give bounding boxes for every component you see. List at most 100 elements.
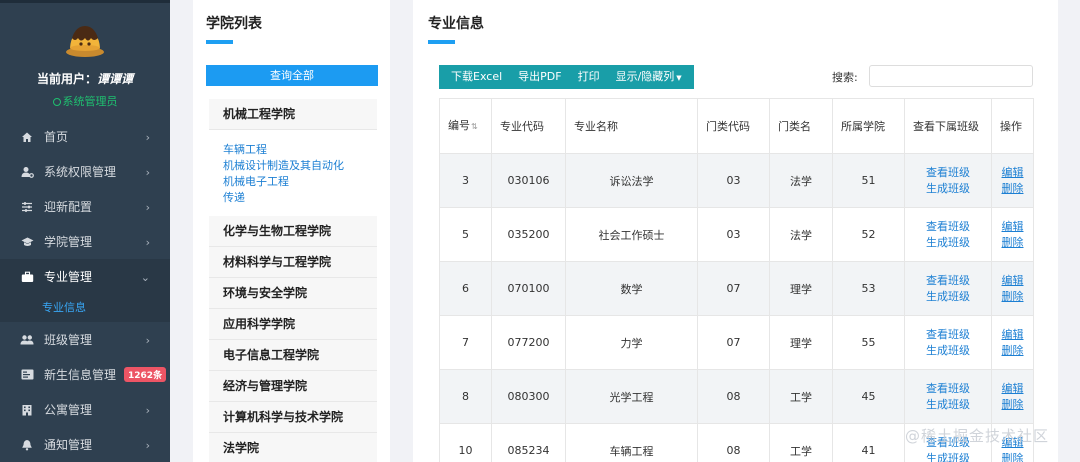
table-row: 7 077200 力学 07 理学 55 查看班级 生成班级 编辑 删除 bbox=[439, 315, 1034, 370]
cell-name: 社会工作硕士 bbox=[565, 207, 698, 262]
cell-id: 3 bbox=[439, 153, 492, 208]
user-settings-icon bbox=[20, 165, 34, 179]
export-pdf-button[interactable]: 导出PDF bbox=[510, 65, 569, 89]
column-header-label: 编号 bbox=[448, 119, 470, 132]
cell-category-code: 03 bbox=[697, 207, 770, 262]
panel-title: 学院列表 bbox=[206, 16, 262, 32]
table-row: 5 035200 社会工作硕士 03 法学 52 查看班级 生成班级 编辑 删除 bbox=[439, 207, 1034, 262]
sidebar-item-freshman-info[interactable]: 新生信息管理 1262条 bbox=[0, 357, 170, 392]
chevron-right-icon: › bbox=[145, 166, 150, 179]
view-class-link[interactable]: 查看班级 bbox=[905, 381, 991, 397]
query-all-button[interactable]: 查询全部 bbox=[206, 65, 378, 86]
edit-link[interactable]: 编辑 bbox=[992, 165, 1033, 181]
generate-class-link[interactable]: 生成班级 bbox=[905, 343, 991, 359]
college-list-panel: 学院列表 查询全部 机械工程学院 车辆工程 机械设计制造及其自动化 机械电子工程… bbox=[193, 0, 390, 462]
cell-actions: 编辑 删除 bbox=[991, 207, 1034, 262]
delete-link[interactable]: 删除 bbox=[992, 451, 1033, 462]
sidebar-item-major[interactable]: 专业管理 ⌄ bbox=[0, 259, 170, 294]
sidebar-item-dorm[interactable]: 公寓管理 › bbox=[0, 392, 170, 427]
delete-link[interactable]: 删除 bbox=[992, 235, 1033, 251]
print-button[interactable]: 打印 bbox=[570, 65, 608, 89]
cell-category-name: 工学 bbox=[769, 369, 833, 424]
major-table: 编号⇅ 专业代码 专业名称 门类代码 门类名 所属学院 查看下属班级 操作 3 … bbox=[439, 98, 1034, 462]
generate-class-link[interactable]: 生成班级 bbox=[905, 181, 991, 197]
cell-code: 030106 bbox=[491, 153, 566, 208]
sidebar-item-college[interactable]: 学院管理 › bbox=[0, 224, 170, 259]
sort-icon: ⇅ bbox=[471, 122, 478, 131]
sidebar-item-label: 新生信息管理 bbox=[44, 368, 117, 382]
pudding-icon bbox=[66, 26, 104, 57]
delete-link[interactable]: 删除 bbox=[992, 397, 1033, 413]
edit-link[interactable]: 编辑 bbox=[992, 381, 1033, 397]
cell-college: 41 bbox=[832, 423, 905, 462]
view-class-link[interactable]: 查看班级 bbox=[905, 219, 991, 235]
search-input[interactable] bbox=[869, 65, 1033, 87]
view-class-link[interactable]: 查看班级 bbox=[905, 273, 991, 289]
cell-name: 诉讼法学 bbox=[565, 153, 698, 208]
delete-link[interactable]: 删除 bbox=[992, 181, 1033, 197]
delete-link[interactable]: 删除 bbox=[992, 343, 1033, 359]
table-row: 6 070100 数学 07 理学 53 查看班级 生成班级 编辑 删除 bbox=[439, 261, 1034, 316]
major-link[interactable]: 车辆工程 bbox=[223, 142, 377, 158]
watermark: @稀土掘金技术社区 bbox=[905, 427, 1050, 445]
column-header-college[interactable]: 所属学院 bbox=[832, 98, 905, 154]
sidebar-item-class[interactable]: 班级管理 › bbox=[0, 322, 170, 357]
chevron-right-icon: › bbox=[145, 334, 150, 347]
cell-category-name: 理学 bbox=[769, 315, 833, 370]
generate-class-link[interactable]: 生成班级 bbox=[905, 289, 991, 305]
major-link[interactable]: 传递 bbox=[223, 190, 377, 206]
view-class-link[interactable]: 查看班级 bbox=[905, 327, 991, 343]
sidebar-item-home[interactable]: 首页 › bbox=[0, 119, 170, 154]
sidebar-item-welcome-config[interactable]: 迎新配置 › bbox=[0, 189, 170, 224]
chevron-right-icon: › bbox=[145, 131, 150, 144]
sidebar-item-permissions[interactable]: 系统权限管理 › bbox=[0, 154, 170, 189]
cell-category-code: 08 bbox=[697, 423, 770, 462]
college-item[interactable]: 经济与管理学院 bbox=[209, 371, 377, 402]
college-item[interactable]: 材料科学与工程学院 bbox=[209, 247, 377, 278]
sidebar-subitem-major-info[interactable]: 专业信息 bbox=[0, 294, 170, 322]
user-profile: 当前用户：谭谭谭 系统管理员 bbox=[0, 18, 170, 109]
delete-link[interactable]: 删除 bbox=[992, 289, 1033, 305]
generate-class-link[interactable]: 生成班级 bbox=[905, 235, 991, 251]
sidebar-item-label: 专业管理 bbox=[44, 270, 93, 284]
cell-actions: 编辑 删除 bbox=[991, 261, 1034, 316]
cell-category-name: 法学 bbox=[769, 207, 833, 262]
cell-category-name: 理学 bbox=[769, 261, 833, 316]
college-item[interactable]: 电子信息工程学院 bbox=[209, 340, 377, 371]
cell-college: 55 bbox=[832, 315, 905, 370]
view-class-link[interactable]: 查看班级 bbox=[905, 165, 991, 181]
column-header-name[interactable]: 专业名称 bbox=[565, 98, 698, 154]
college-item[interactable]: 应用科学学院 bbox=[209, 309, 377, 340]
column-header-category-code[interactable]: 门类代码 bbox=[697, 98, 770, 154]
title-underline bbox=[428, 40, 455, 44]
college-item[interactable]: 机械工程学院 bbox=[209, 99, 377, 130]
column-header-category-name[interactable]: 门类名 bbox=[769, 98, 833, 154]
edit-link[interactable]: 编辑 bbox=[992, 219, 1033, 235]
toggle-columns-label: 显示/隐藏列 bbox=[615, 69, 675, 83]
sidebar-item-notice[interactable]: 通知管理 › bbox=[0, 427, 170, 462]
current-user-name: 谭谭谭 bbox=[97, 72, 134, 86]
edit-link[interactable]: 编辑 bbox=[992, 273, 1033, 289]
download-excel-button[interactable]: 下载Excel bbox=[443, 65, 510, 89]
column-header-id[interactable]: 编号⇅ bbox=[439, 98, 492, 154]
table-body: 3 030106 诉讼法学 03 法学 51 查看班级 生成班级 编辑 删除 5 0… bbox=[439, 153, 1034, 462]
major-link[interactable]: 机械设计制造及其自动化 bbox=[223, 158, 377, 174]
cell-category-name: 工学 bbox=[769, 423, 833, 462]
college-major-sublist: 车辆工程 机械设计制造及其自动化 机械电子工程 传递 bbox=[209, 130, 377, 216]
major-link[interactable]: 机械电子工程 bbox=[223, 174, 377, 190]
generate-class-link[interactable]: 生成班级 bbox=[905, 451, 991, 462]
chevron-down-icon: ⌄ bbox=[140, 271, 150, 284]
cell-college: 45 bbox=[832, 369, 905, 424]
chevron-right-icon: › bbox=[145, 404, 150, 417]
avatar[interactable] bbox=[64, 18, 106, 60]
college-item[interactable]: 化学与生物工程学院 bbox=[209, 216, 377, 247]
generate-class-link[interactable]: 生成班级 bbox=[905, 397, 991, 413]
toggle-columns-button[interactable]: 显示/隐藏列 ▼ bbox=[608, 65, 690, 90]
college-item[interactable]: 计算机科学与技术学院 bbox=[209, 402, 377, 433]
college-item[interactable]: 法学院 bbox=[209, 433, 377, 462]
college-item[interactable]: 环境与安全学院 bbox=[209, 278, 377, 309]
sidebar: 当前用户：谭谭谭 系统管理员 首页 › 系统权限管理 › 迎新配置 › 学院管理… bbox=[0, 0, 170, 462]
column-header-code[interactable]: 专业代码 bbox=[491, 98, 566, 154]
column-header-classes: 查看下属班级 bbox=[904, 98, 992, 154]
edit-link[interactable]: 编辑 bbox=[992, 327, 1033, 343]
